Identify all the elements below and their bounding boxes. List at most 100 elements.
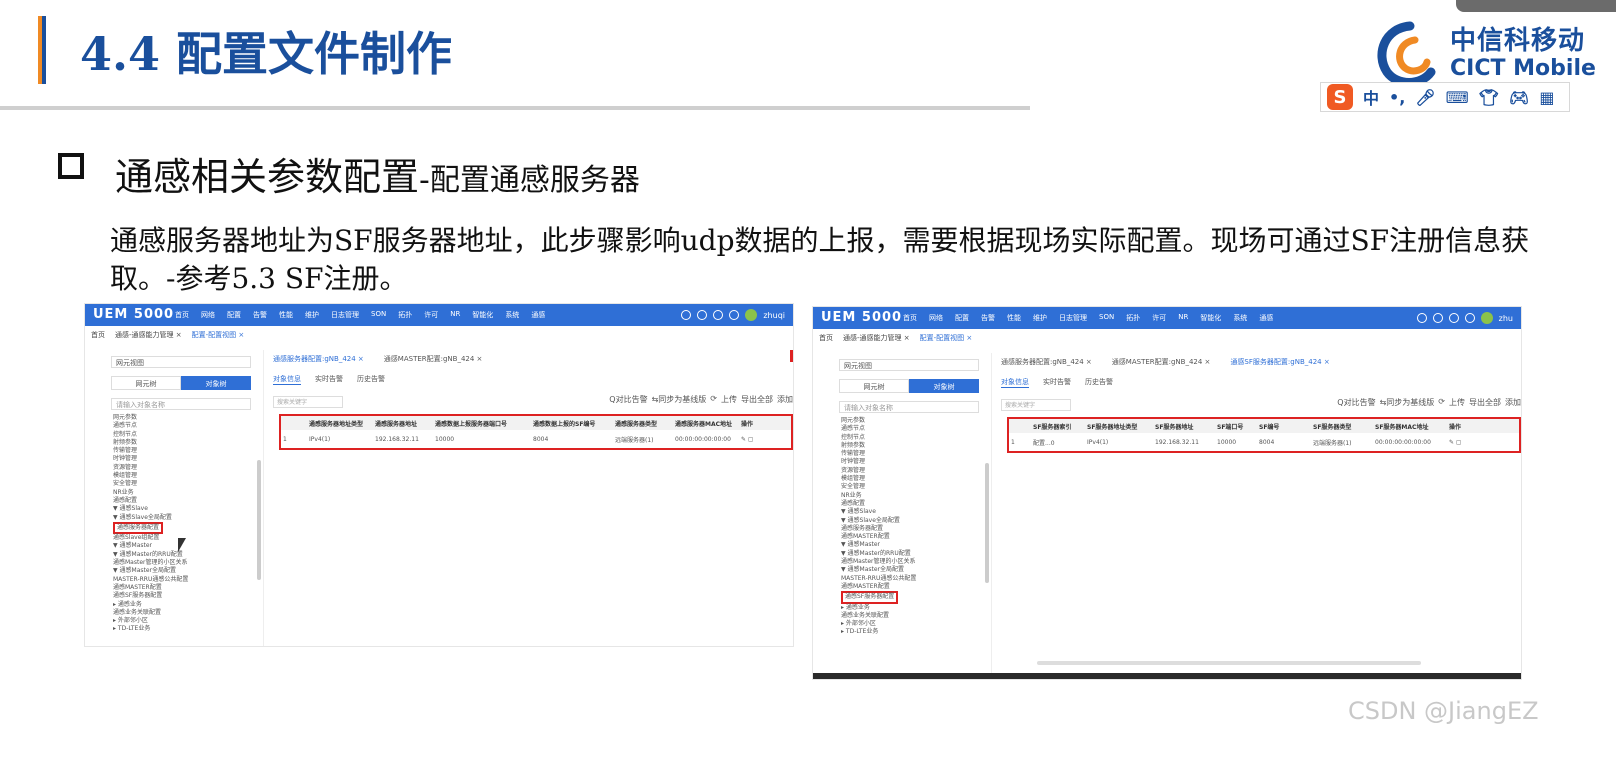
toolbar-button[interactable]: 上传 — [721, 394, 737, 405]
nav-item[interactable]: 告警 — [981, 313, 995, 323]
toolbar-button[interactable]: 导出全部 — [1469, 397, 1501, 408]
mail-icon[interactable] — [681, 310, 692, 320]
row-actions[interactable]: ✎ ▢ — [739, 436, 781, 443]
toolbar-button[interactable]: Q对比告警 — [609, 394, 647, 405]
tree-node[interactable]: ▸ TD-LTE业务 — [113, 625, 263, 633]
tree-node[interactable]: 通感SF服务器配置 — [841, 591, 991, 604]
toolbar-button[interactable]: Q对比告警 — [1337, 397, 1375, 408]
game-icon[interactable]: 🎮︎ — [1509, 88, 1529, 107]
keyword-search-input[interactable]: 搜索关键字 — [1001, 399, 1071, 411]
nav-item[interactable]: NR — [1178, 313, 1188, 323]
sub-tab[interactable]: 历史告警 — [357, 374, 385, 385]
sub-tab[interactable]: 历史告警 — [1085, 377, 1113, 388]
nav-item[interactable]: 告警 — [253, 310, 267, 320]
tree-node[interactable]: 时钟管理 — [841, 458, 991, 466]
tree-node[interactable]: 通感SF服务器配置 — [113, 592, 263, 600]
nav-item[interactable]: 性能 — [1007, 313, 1021, 323]
config-tab[interactable]: 通感服务器配置:gNB_424 × — [273, 354, 364, 364]
tree-node[interactable]: 通感MASTER配置 — [113, 584, 263, 592]
tree-node[interactable]: 时钟管理 — [113, 455, 263, 463]
config-tab[interactable]: 通感MASTER配置:gNB_424 × — [384, 354, 483, 364]
ime-language-toggle[interactable]: 中 — [1363, 85, 1379, 109]
mic-icon[interactable]: 🎤︎ — [1415, 88, 1435, 107]
nav-item[interactable]: SON — [1099, 313, 1114, 323]
view-select[interactable]: 网元视图 — [111, 356, 251, 368]
tree-node[interactable]: 射频参数 — [113, 439, 263, 447]
column-header[interactable]: SF编号 — [1257, 422, 1311, 431]
tree-node[interactable]: ▼ 通感Slave全局配置 — [841, 517, 991, 525]
tree-node[interactable]: ▼ 通感Master全局配置 — [113, 567, 263, 575]
nav-item[interactable]: 配置 — [227, 310, 241, 320]
sub-tab[interactable]: 实时告警 — [315, 374, 343, 385]
tree-node[interactable]: ▼ 通感Slave — [113, 505, 263, 513]
tree-node[interactable]: ▸ TD-LTE业务 — [841, 628, 991, 636]
avatar[interactable] — [745, 309, 758, 321]
keyword-search-input[interactable]: 搜索关键字 — [273, 396, 343, 408]
row-actions[interactable]: ✎ ▢ — [1447, 439, 1489, 446]
toggle-ne-tree[interactable]: 网元树 — [839, 379, 909, 393]
tree-scrollbar[interactable] — [985, 463, 989, 583]
column-header[interactable]: SF端口号 — [1215, 422, 1257, 431]
nav-item[interactable]: SON — [371, 310, 386, 320]
column-header[interactable]: SF服务器MAC地址 — [1373, 422, 1447, 431]
toolbar-button[interactable]: 添加 — [777, 394, 793, 405]
column-header[interactable]: 通感服务器MAC地址 — [673, 419, 739, 428]
view-select[interactable]: 网元视图 — [839, 359, 979, 371]
tree-node[interactable]: 通感服务器配置 — [841, 525, 991, 533]
tree-node[interactable]: 通感服务器配置 — [113, 521, 263, 535]
user-name[interactable]: zhuqi — [763, 311, 785, 320]
tree-node[interactable]: 安全管理 — [841, 483, 991, 491]
help-icon[interactable] — [729, 310, 740, 320]
horizontal-scrollbar[interactable] — [1037, 661, 1421, 665]
mail-icon[interactable] — [1416, 313, 1427, 323]
object-search-input[interactable]: 请输入对象名称 — [111, 398, 251, 410]
config-tab[interactable]: 通感SF服务器配置:gNB_424 × — [1230, 357, 1329, 367]
toggle-object-tree[interactable]: 对象树 — [181, 376, 251, 390]
toolbar-button[interactable]: ⇆同步为基线版 — [1380, 397, 1435, 408]
tree-node[interactable]: NR业务 — [841, 492, 991, 500]
tree-node[interactable]: 安全管理 — [113, 480, 263, 488]
column-header[interactable]: 通感数据上报的SF编号 — [531, 419, 613, 428]
avatar[interactable] — [1480, 312, 1493, 324]
tree-node[interactable]: NR业务 — [113, 489, 263, 497]
nav-item[interactable]: 通感 — [531, 310, 545, 320]
tree-node[interactable]: MASTER-RRU通感公共配置 — [113, 576, 263, 584]
tree-node[interactable]: 通感节点 — [113, 422, 263, 430]
nav-item[interactable]: NR — [450, 310, 460, 320]
nav-item[interactable]: 日志管理 — [1059, 313, 1087, 323]
highlighted-node-label[interactable]: 通感SF服务器配置 — [841, 591, 899, 604]
nav-item[interactable]: 智能化 — [1200, 313, 1221, 323]
toolbar-button[interactable]: ⟳ — [710, 394, 717, 405]
highlighted-node-label[interactable]: 通感服务器配置 — [113, 521, 164, 535]
bell-icon[interactable] — [1432, 313, 1443, 323]
nav-item[interactable]: 首页 — [903, 313, 917, 323]
user-name[interactable]: zhu — [1499, 314, 1513, 323]
sub-tab[interactable]: 对象信息 — [273, 374, 301, 385]
table-row[interactable]: 1 配置...0 IPv4(1) 192.168.32.11 10000 8004 远端服务… — [1009, 433, 1519, 451]
toggle-object-tree[interactable]: 对象树 — [909, 379, 979, 393]
tree-node[interactable]: ▼ 通感Slave — [841, 508, 991, 516]
toolbar-button[interactable]: ⟳ — [1438, 397, 1445, 408]
nav-item[interactable]: 智能化 — [472, 310, 493, 320]
nav-item[interactable]: 性能 — [279, 310, 293, 320]
config-tab[interactable]: 通感服务器配置:gNB_424 × — [1001, 357, 1092, 367]
tree-node[interactable]: ▼ 通感Master — [113, 542, 263, 550]
tree-node[interactable]: 通感节点 — [841, 425, 991, 433]
nav-item[interactable]: 日志管理 — [331, 310, 359, 320]
shirt-icon[interactable]: 👕︎ — [1479, 88, 1499, 107]
breadcrumb-tab[interactable]: 配置-配置视图 × — [920, 333, 973, 343]
help-icon[interactable] — [1464, 313, 1475, 323]
keyboard-icon[interactable]: ⌨ — [1446, 88, 1469, 107]
table-row[interactable]: 1 IPv4(1) 192.168.32.11 10000 8004 远端服务器(1) 00… — [281, 430, 791, 448]
bell-icon[interactable] — [697, 310, 708, 320]
tree-node[interactable]: 通感MASTER配置 — [841, 583, 991, 591]
column-header[interactable]: 通感数据上报服务器端口号 — [433, 419, 531, 428]
tree-node[interactable]: ▼ 通感Master全局配置 — [841, 566, 991, 574]
ime-logo-icon[interactable]: S — [1327, 84, 1353, 110]
tree-node[interactable]: 通感业务关联配置 — [113, 609, 263, 617]
nav-item[interactable]: 维护 — [1033, 313, 1047, 323]
tree-node[interactable]: 通感业务关联配置 — [841, 612, 991, 620]
column-header[interactable]: SF服务器类型 — [1311, 422, 1373, 431]
nav-item[interactable]: 系统 — [1233, 313, 1247, 323]
column-header[interactable]: SF服务器地址 — [1153, 422, 1215, 431]
